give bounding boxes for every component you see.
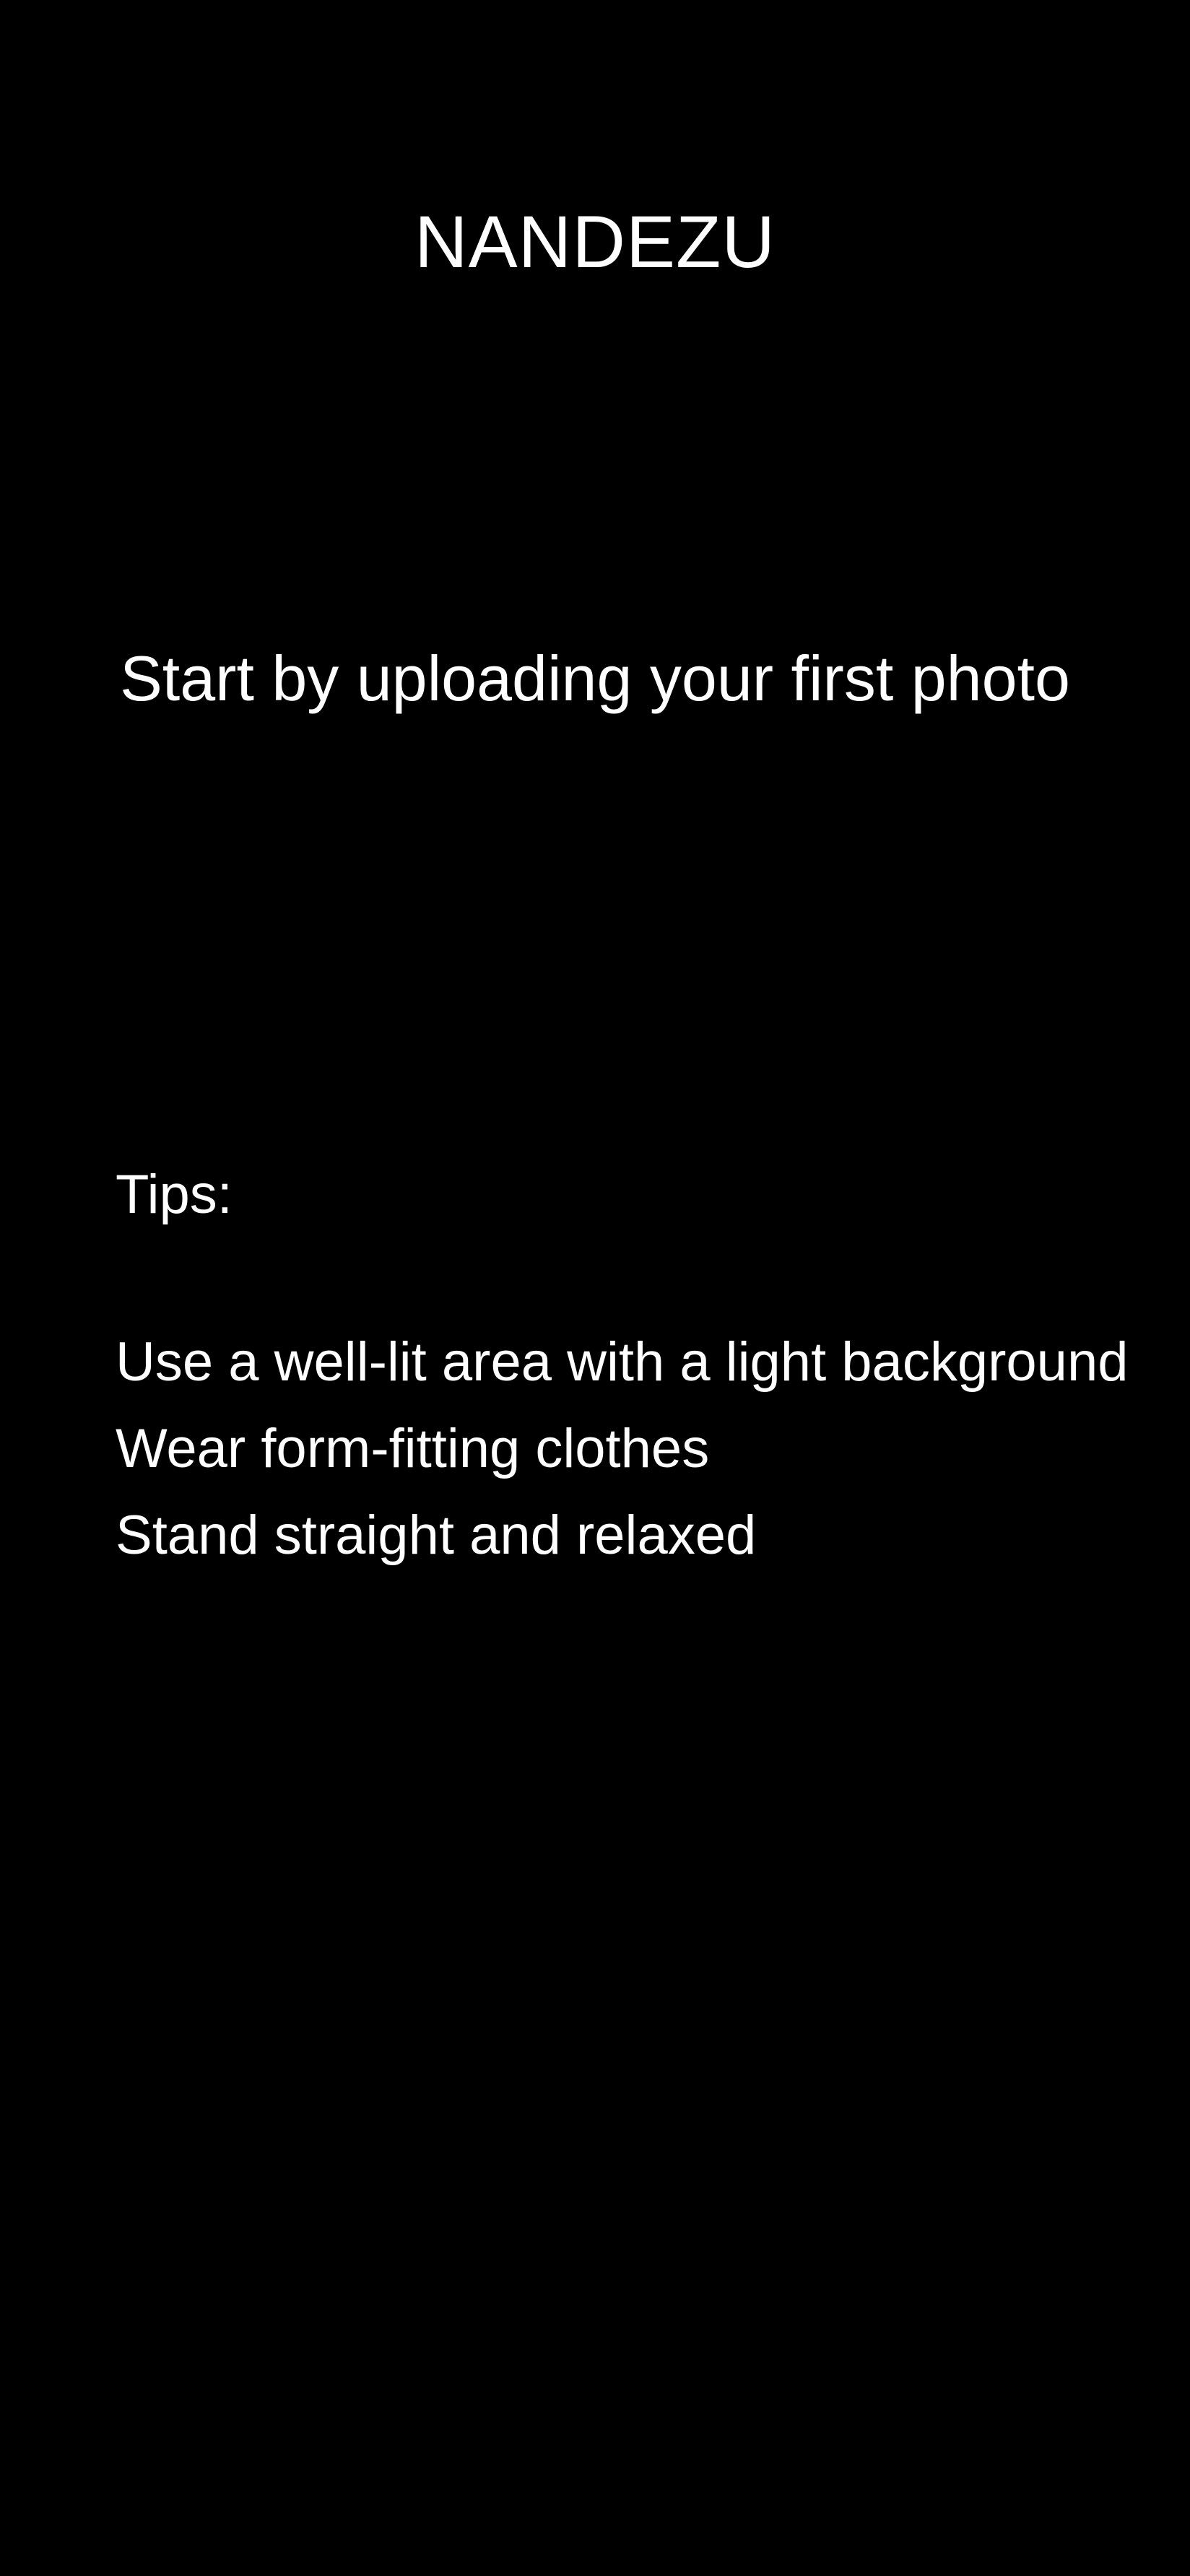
tip-item: Stand straight and relaxed — [116, 1505, 757, 1566]
tip-item: Use a well-lit area with a light backgro… — [116, 1331, 1129, 1393]
tips-list: Use a well-lit area with a light backgro… — [116, 1319, 1155, 1579]
upload-prompt[interactable]: Start by uploading your first photo — [0, 635, 1190, 722]
tips-heading: Tips: — [116, 1164, 233, 1225]
tips-section: Tips: Use a well-lit area with a light b… — [116, 1152, 1155, 1579]
app-title: NANDEZU — [414, 201, 776, 283]
tip-item: Wear form-fitting clothes — [116, 1418, 710, 1479]
